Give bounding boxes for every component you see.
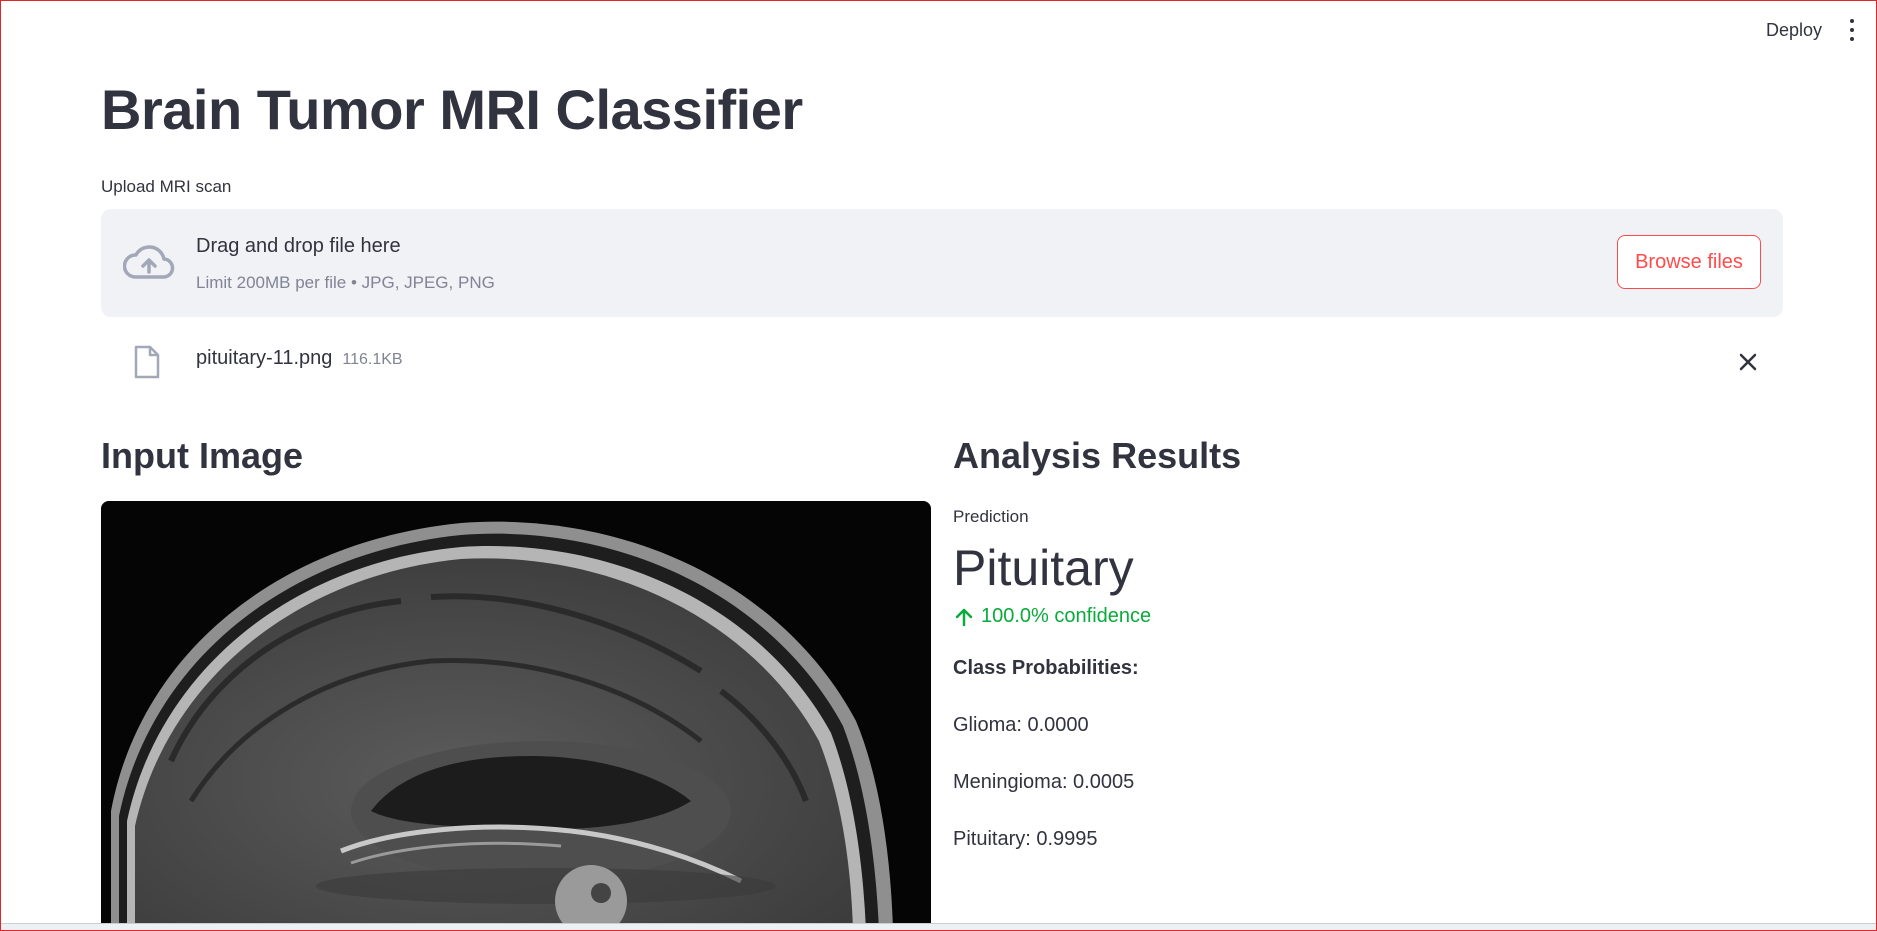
dropzone-instructions: Drag and drop file here <box>196 235 401 257</box>
file-icon <box>134 345 160 379</box>
top-toolbar: Deploy <box>1766 19 1856 41</box>
prediction-value: Pituitary <box>953 540 1134 596</box>
probability-meningioma: Meningioma: 0.0005 <box>953 771 1135 793</box>
mri-scan-image <box>101 501 931 926</box>
file-size: 116.1KB <box>342 351 403 368</box>
confidence-text: 100.0% confidence <box>981 605 1152 627</box>
cloud-upload-icon <box>123 245 175 279</box>
input-image-heading: Input Image <box>101 435 304 476</box>
arrow-up-icon <box>955 608 973 626</box>
file-dropzone[interactable]: Drag and drop file here Limit 200MB per … <box>101 209 1783 317</box>
mri-scan-graphic <box>101 501 931 926</box>
page-title: Brain Tumor MRI Classifier <box>101 78 803 141</box>
uploaded-file-row: pituitary-11.png 116.1KB <box>101 341 1783 385</box>
confidence-delta: 100.0% confidence <box>953 605 1151 628</box>
probability-pituitary: Pituitary: 0.9995 <box>953 828 1098 850</box>
kebab-menu-icon[interactable] <box>1848 19 1856 41</box>
prediction-label: Prediction <box>953 507 1029 526</box>
window-bottom-edge <box>1 923 1876 930</box>
remove-file-icon[interactable] <box>1735 349 1761 375</box>
upload-label: Upload MRI scan <box>101 177 232 196</box>
file-name-text: pituitary-11.png <box>196 347 333 369</box>
class-probabilities-title: Class Probabilities: <box>953 657 1139 679</box>
dropzone-limit-text: Limit 200MB per file • JPG, JPEG, PNG <box>196 273 495 292</box>
file-name: pituitary-11.png 116.1KB <box>196 347 403 370</box>
analysis-results-heading: Analysis Results <box>953 435 1242 476</box>
browse-files-button[interactable]: Browse files <box>1617 235 1761 289</box>
probability-glioma: Glioma: 0.0000 <box>953 714 1089 736</box>
deploy-button[interactable]: Deploy <box>1766 20 1822 41</box>
